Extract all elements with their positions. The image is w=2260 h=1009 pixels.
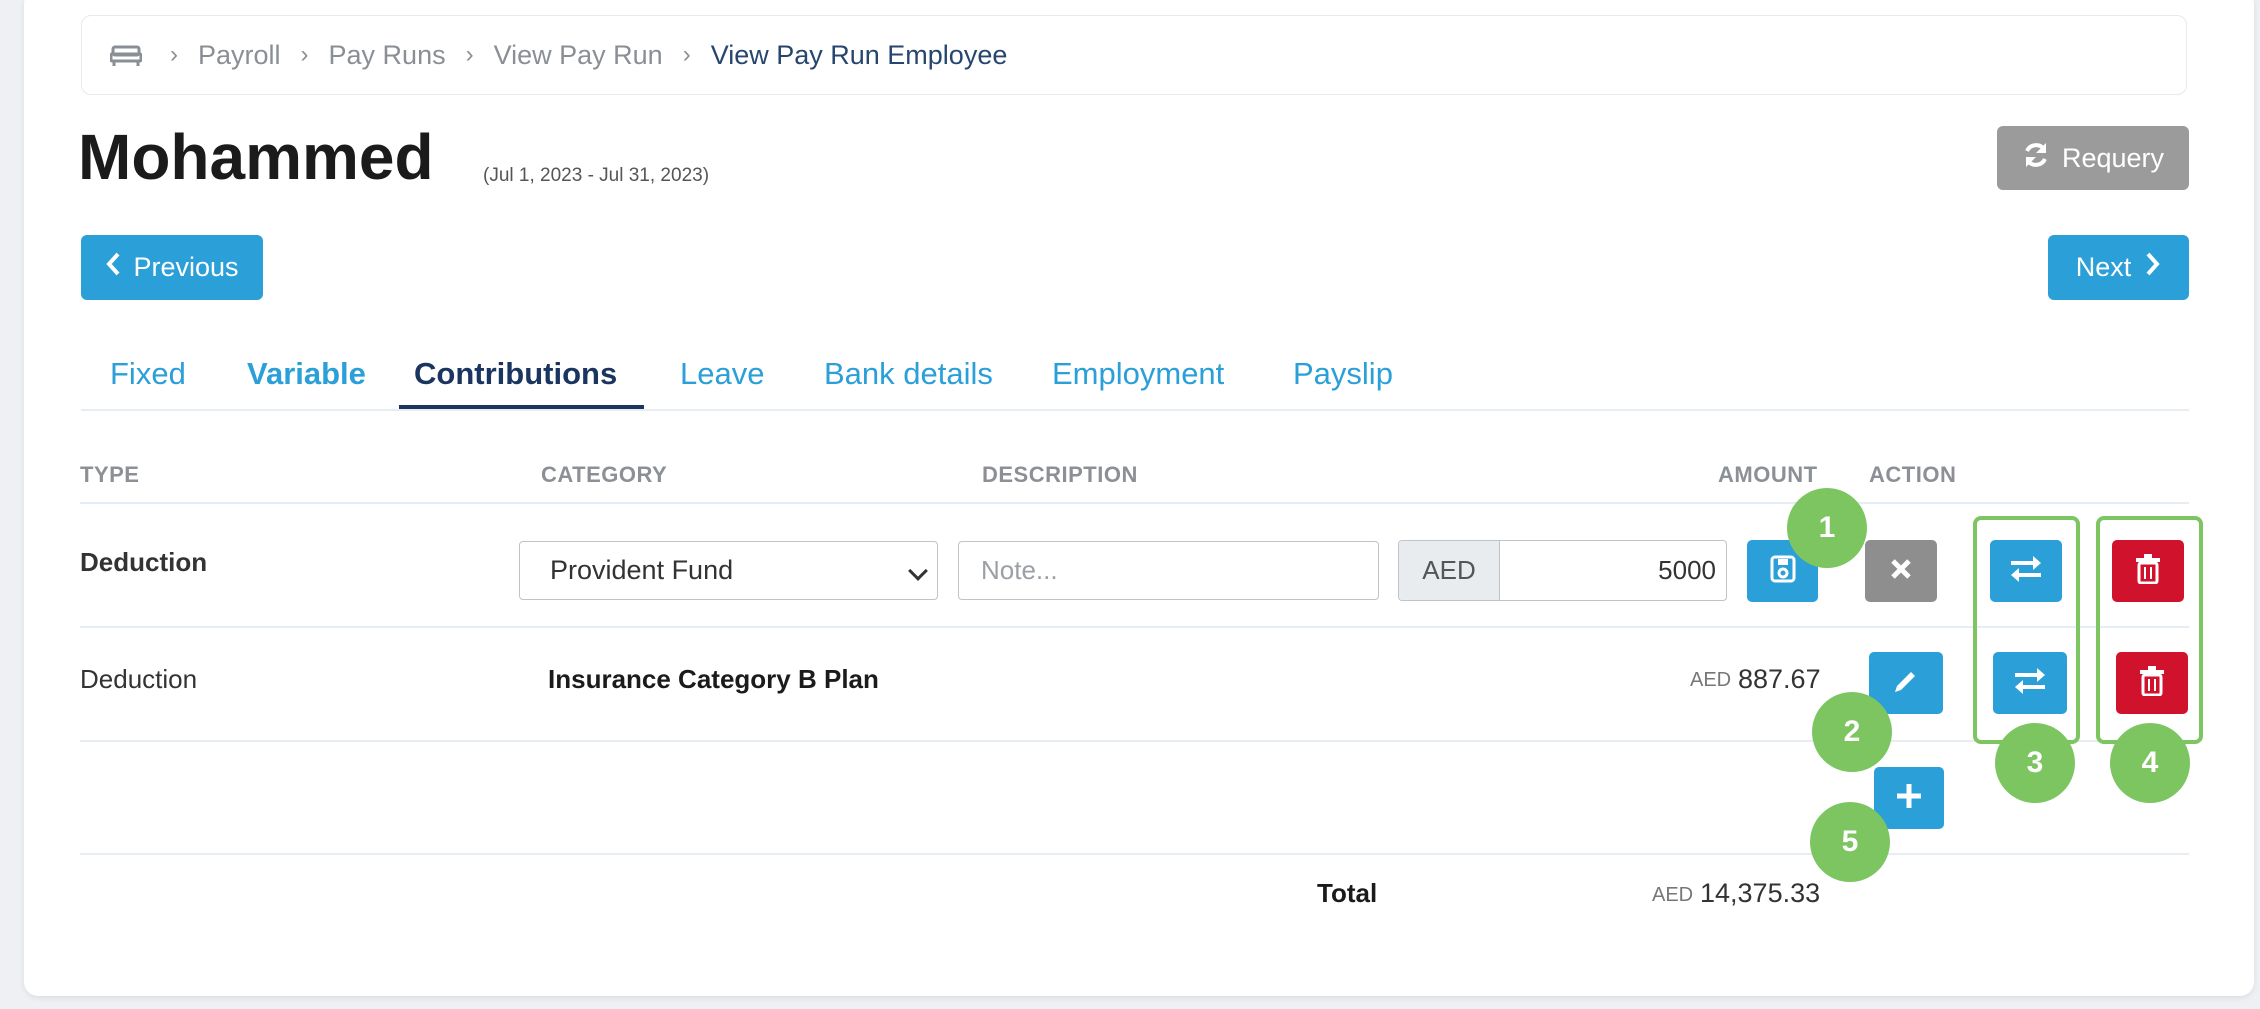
- tab-payslip[interactable]: Payslip: [1293, 356, 1393, 392]
- tab-contributions[interactable]: Contributions: [414, 356, 617, 392]
- row-type: Deduction: [80, 664, 198, 694]
- chevron-right-icon: ›: [170, 41, 178, 68]
- row-currency: AED: [1690, 669, 1732, 691]
- pay-period: (Jul 1, 2023 - Jul 31, 2023): [483, 165, 710, 186]
- category-select[interactable]: Provident Fund: [519, 541, 938, 600]
- employee-name: Mohammed: [78, 121, 434, 193]
- callout-3: 3: [1995, 723, 2075, 803]
- annotation-box-transfer: [1973, 516, 2080, 744]
- breadcrumb: › Payroll › Pay Runs › View Pay Run › Vi…: [81, 15, 2187, 95]
- total-currency: AED: [1652, 884, 1694, 906]
- column-header-description: DESCRIPTION: [982, 462, 1138, 487]
- requery-label: Requery: [2061, 142, 2165, 173]
- currency-prefix: AED: [1399, 541, 1500, 600]
- callout-1: 1: [1787, 488, 1867, 568]
- category-select-value: Provident Fund: [550, 555, 734, 585]
- amount-input[interactable]: 5000: [1500, 541, 1726, 600]
- requery-button[interactable]: Requery: [1997, 126, 2189, 190]
- column-header-action: ACTION: [1869, 462, 1957, 487]
- chevron-right-icon: ›: [300, 41, 309, 68]
- save-icon: [1769, 554, 1797, 589]
- column-header-type: TYPE: [80, 462, 140, 487]
- chevron-left-icon: [105, 252, 121, 283]
- amount-input-group: AED 5000: [1398, 540, 1727, 601]
- description-placeholder: Note...: [981, 555, 1058, 585]
- chevron-down-icon: [908, 561, 928, 581]
- callout-5: 5: [1810, 802, 1890, 882]
- callout-2: 2: [1812, 692, 1892, 772]
- tab-leave[interactable]: Leave: [680, 356, 764, 392]
- tab-fixed[interactable]: Fixed: [110, 356, 186, 392]
- pencil-icon: [1891, 666, 1921, 701]
- row-amount: 887.67: [1738, 664, 1821, 694]
- home-icon[interactable]: [109, 43, 143, 67]
- breadcrumb-current: View Pay Run Employee: [710, 39, 1008, 70]
- breadcrumb-view-pay-run[interactable]: View Pay Run: [494, 40, 663, 71]
- breadcrumb-pay-runs[interactable]: Pay Runs: [329, 40, 446, 71]
- previous-label: Previous: [133, 252, 239, 282]
- divider: [80, 626, 2189, 628]
- cancel-button[interactable]: [1865, 540, 1937, 602]
- chevron-right-icon: ›: [682, 41, 691, 68]
- description-input[interactable]: Note...: [958, 541, 1379, 600]
- breadcrumb-payroll[interactable]: Payroll: [198, 40, 281, 71]
- total-label: Total: [1317, 878, 1378, 908]
- callout-4: 4: [2110, 723, 2190, 803]
- add-row-button[interactable]: [1874, 767, 1944, 829]
- divider: [80, 502, 2189, 504]
- chevron-right-icon: [2145, 252, 2161, 283]
- close-icon: [1889, 557, 1913, 586]
- edit-row-type: Deduction: [80, 547, 208, 577]
- annotation-box-delete: [2096, 516, 2203, 744]
- active-tab-indicator: [399, 405, 644, 409]
- tab-employment[interactable]: Employment: [1052, 356, 1224, 392]
- tab-bank-details[interactable]: Bank details: [824, 356, 993, 392]
- chevron-right-icon: ›: [465, 41, 474, 68]
- column-header-category: CATEGORY: [541, 462, 668, 487]
- tab-bar: Fixed Variable Contributions Leave Bank …: [81, 340, 2189, 411]
- next-label: Next: [2075, 252, 2132, 282]
- total-amount: 14,375.33: [1700, 878, 1821, 908]
- previous-button[interactable]: Previous: [81, 235, 263, 300]
- tab-variable[interactable]: Variable: [247, 356, 366, 392]
- refresh-icon: [2022, 141, 2050, 176]
- row-category: Insurance Category B Plan: [548, 664, 879, 694]
- plus-icon: [1895, 782, 1923, 815]
- column-header-amount: AMOUNT: [1718, 462, 1818, 487]
- next-button[interactable]: Next: [2048, 235, 2189, 300]
